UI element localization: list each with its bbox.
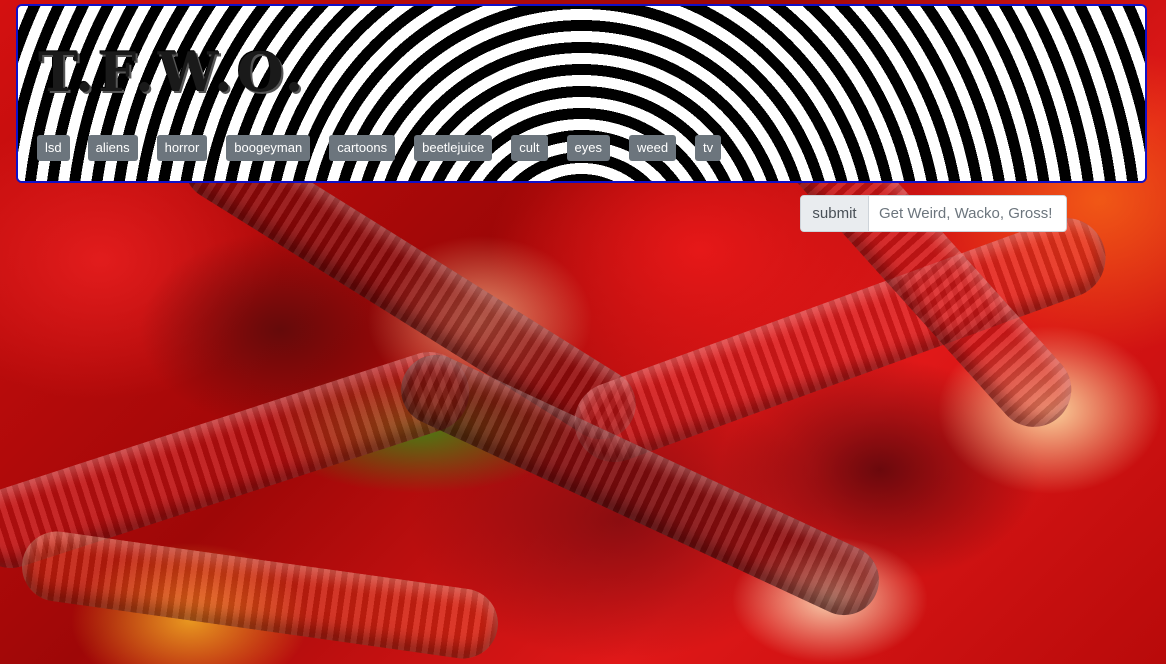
tag-eyes[interactable]: eyes	[566, 135, 610, 161]
tag-cult[interactable]: cult	[511, 135, 548, 161]
tag-aliens[interactable]: aliens	[87, 135, 138, 161]
tag-beetlejuice[interactable]: beetlejuice	[414, 135, 493, 161]
submit-button[interactable]: submit	[801, 196, 869, 231]
search-input[interactable]	[869, 196, 1066, 231]
tag-weed[interactable]: weed	[628, 135, 677, 161]
header-banner: T.F.W.O. lsd aliens horror boogeyman car…	[16, 4, 1147, 183]
tag-boogeyman[interactable]: boogeyman	[226, 135, 311, 161]
gummy-worm-shape	[17, 526, 503, 664]
tag-lsd[interactable]: lsd	[37, 135, 70, 161]
tag-horror[interactable]: horror	[156, 135, 208, 161]
tag-cartoons[interactable]: cartoons	[329, 135, 396, 161]
site-title: T.F.W.O.	[38, 40, 308, 104]
tag-nav: lsd aliens horror boogeyman cartoons bee…	[37, 135, 740, 161]
tag-tv[interactable]: tv	[695, 135, 722, 161]
search-group: submit	[800, 195, 1067, 232]
